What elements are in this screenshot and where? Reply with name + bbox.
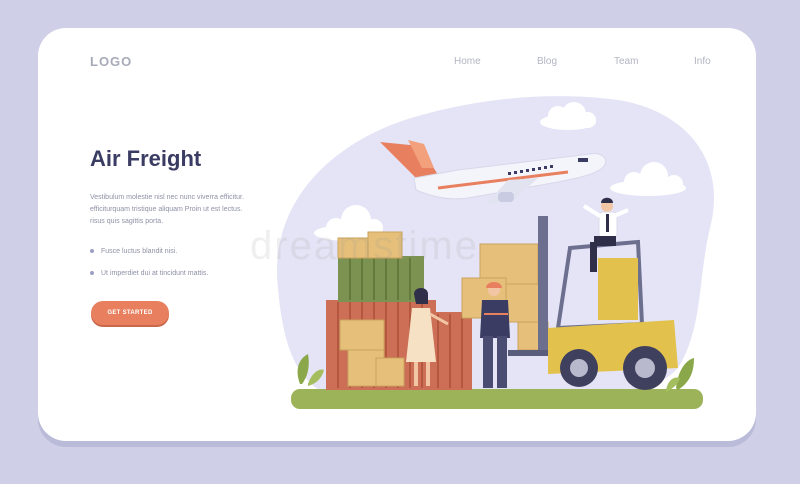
ground [291, 389, 703, 409]
forklift-mast [538, 216, 548, 352]
watermark: dreamstime [250, 224, 479, 268]
forklift-forks [508, 350, 548, 356]
landing-card: LOGO Home Blog Team Info Air Freight Ves… [38, 28, 756, 441]
